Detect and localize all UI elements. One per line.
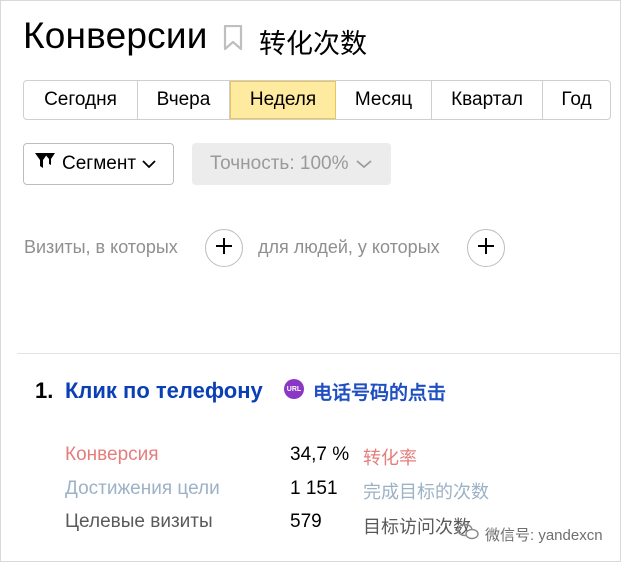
page-title: Конверсии	[23, 15, 208, 56]
segment-button[interactable]: Сегмент	[23, 143, 174, 185]
conversions-panel: Конверсии 转化次数 Сегодня Вчера Неделя Меся…	[0, 0, 621, 562]
watermark: 微信号: yandexcn	[457, 523, 603, 545]
period-month-button[interactable]: Месяц	[336, 81, 432, 119]
divider	[17, 353, 621, 354]
metric-value-goal-reaches: 1 151	[290, 478, 338, 499]
segment-label: Сегмент	[62, 153, 137, 174]
period-today-button[interactable]: Сегодня	[24, 81, 138, 119]
visits-condition-label: Визиты, в которых	[24, 237, 178, 257]
goal-number: 1.	[35, 378, 54, 403]
page-title-translation: 转化次数	[259, 29, 367, 59]
metric-value-conversion: 34,7 %	[290, 444, 350, 465]
metric-label-conversion: Конверсия	[65, 444, 159, 465]
goal-name-link[interactable]: Клик по телефону	[65, 378, 263, 404]
wechat-icon	[457, 523, 479, 545]
metric-translation-goal-reaches: 完成目标的次数	[363, 482, 489, 502]
add-people-condition-button[interactable]	[467, 229, 505, 267]
accuracy-label: Точность: 100%	[210, 153, 349, 174]
chevron-down-icon	[356, 153, 373, 175]
goal-name-translation: 电话号码的点击	[313, 383, 447, 404]
period-week-button[interactable]: Неделя	[230, 81, 336, 119]
metric-translation-target-visits: 目标访问次数	[363, 517, 471, 537]
plus-icon	[215, 237, 233, 260]
period-quarter-button[interactable]: Квартал	[432, 81, 543, 119]
period-selector: Сегодня Вчера Неделя Месяц Квартал Год	[23, 80, 611, 120]
watermark-text: 微信号: yandexcn	[485, 526, 603, 544]
metric-label-goal-reaches: Достижения цели	[65, 478, 220, 499]
period-year-button[interactable]: Год	[543, 81, 610, 119]
plus-icon	[477, 237, 495, 260]
accuracy-dropdown[interactable]: Точность: 100%	[192, 143, 391, 185]
metric-label-target-visits: Целевые визиты	[65, 511, 213, 532]
add-visit-condition-button[interactable]	[205, 229, 243, 267]
people-condition-label: для людей, у которых	[258, 237, 440, 257]
bookmark-icon[interactable]	[223, 24, 243, 56]
chevron-down-icon	[142, 153, 156, 175]
url-badge-icon: URL	[284, 379, 304, 399]
metric-value-target-visits: 579	[290, 511, 322, 532]
filter-icon	[34, 152, 56, 176]
metric-translation-conversion: 转化率	[363, 448, 417, 468]
period-yesterday-button[interactable]: Вчера	[138, 81, 230, 119]
